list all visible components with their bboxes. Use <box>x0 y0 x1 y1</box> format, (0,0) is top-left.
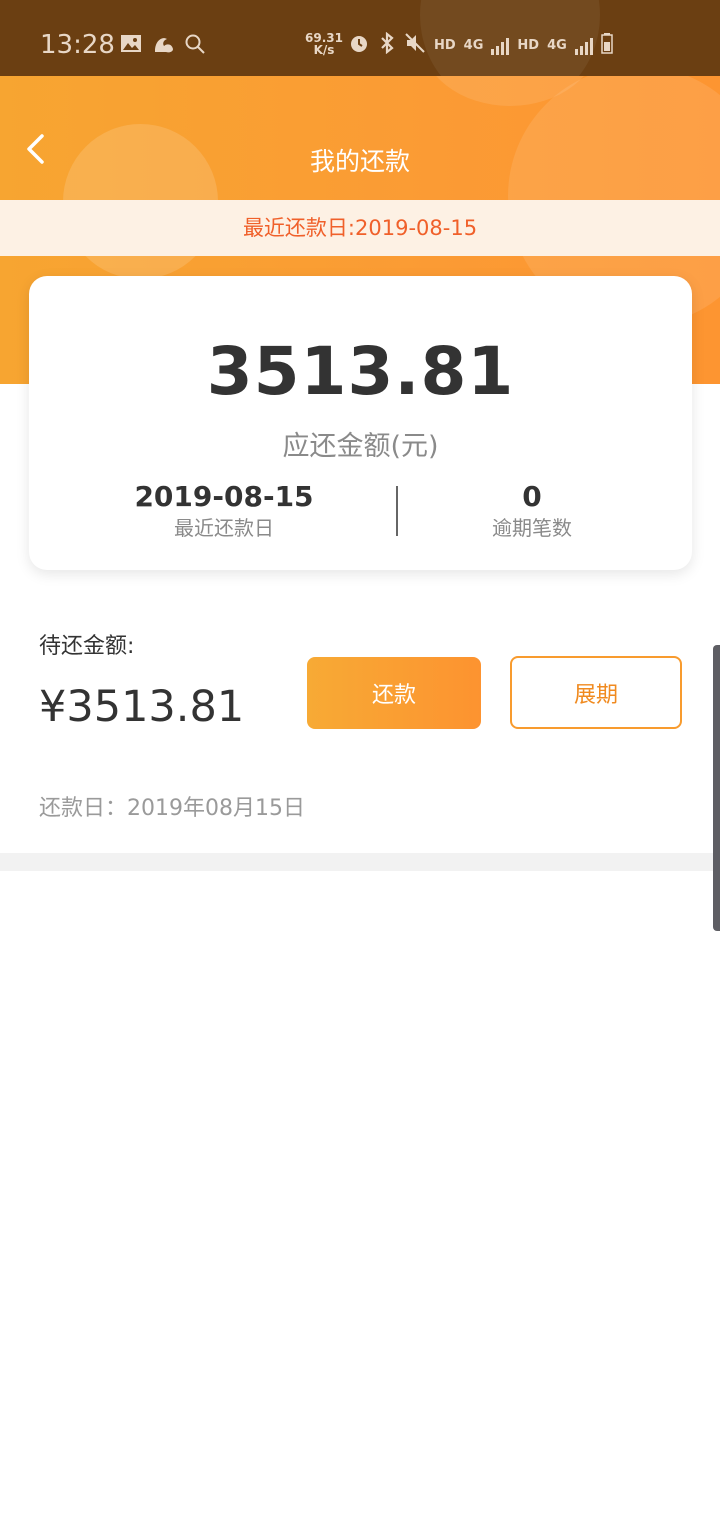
hd-badge-2: HD <box>517 37 540 53</box>
recent-repayment-notice: 最近还款日:2019-08-15 <box>0 200 720 256</box>
image-icon <box>120 33 142 55</box>
uc-browser-icon <box>152 33 174 55</box>
network-type-1: 4G <box>463 37 484 53</box>
section-divider <box>0 853 720 871</box>
system-icons: HD 4G HD 4G <box>348 31 613 58</box>
repay-button[interactable]: 还款 <box>307 657 481 729</box>
repayment-summary-card: 3513.81 应还金额(元) 2019-08-15 最近还款日 0 逾期笔数 <box>29 276 692 570</box>
network-speed: 69.31 K/s <box>305 32 343 56</box>
recent-date-value: 2019-08-15 <box>134 480 314 513</box>
pending-amount-value: ¥3513.81 <box>39 682 245 732</box>
signal-icon <box>491 35 510 55</box>
mute-icon <box>404 32 426 58</box>
recent-date-label: 最近还款日 <box>174 516 274 540</box>
amount-due-label: 应还金额(元) <box>282 431 439 462</box>
battery-icon <box>601 32 613 58</box>
recent-date-stat: 2019-08-15 最近还款日 <box>59 480 389 542</box>
due-date-text: 还款日：2019年08月15日 <box>39 796 305 821</box>
scroll-handle[interactable] <box>713 645 720 931</box>
overdue-count-stat: 0 逾期笔数 <box>367 480 697 542</box>
status-time: 13:28 <box>40 30 115 60</box>
search-icon <box>184 33 206 55</box>
notification-icons <box>120 33 206 55</box>
bluetooth-icon <box>378 31 396 58</box>
status-bar: 13:28 69.31 K/s HD 4G HD 4G <box>0 0 720 76</box>
page-title: 我的还款 <box>309 147 410 176</box>
extend-button[interactable]: 展期 <box>510 656 682 729</box>
amount-due-value: 3513.81 <box>206 333 515 410</box>
alarm-icon <box>348 32 370 58</box>
signal-icon-2 <box>574 35 593 55</box>
hd-badge-1: HD <box>434 37 456 53</box>
overdue-count-label: 逾期笔数 <box>492 516 572 540</box>
network-type-2: 4G <box>547 37 567 53</box>
pending-amount-label: 待还金额: <box>39 634 135 659</box>
overdue-count-value: 0 <box>522 480 542 513</box>
network-speed-unit: K/s <box>313 43 335 57</box>
